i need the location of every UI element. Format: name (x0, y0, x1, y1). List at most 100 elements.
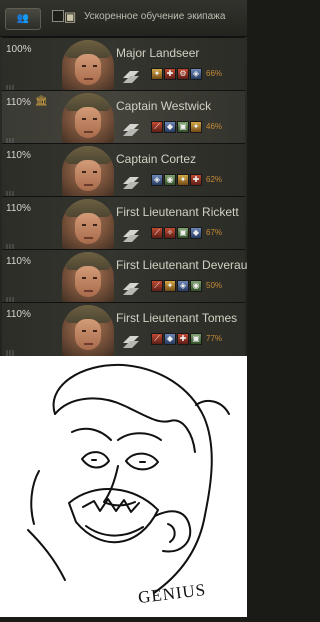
skill-icon[interactable]: ◉ (190, 280, 202, 292)
training-progress: 67% (206, 228, 223, 237)
face-icon (75, 266, 101, 297)
rank-insignia-icon (123, 71, 139, 83)
bank-icon: 🏛 (35, 96, 48, 107)
crew-portrait (62, 146, 114, 200)
skills-list: ⟋ ◆ ▣ ✦ (151, 121, 202, 133)
crew-name: Captain Cortez (116, 152, 197, 166)
crew-name: First Lieutenant Rickett (116, 205, 239, 219)
crew-level: 110% (6, 256, 31, 267)
eye-icon (82, 224, 86, 226)
crew-row[interactable]: 110% 🏛 Captain Westwick ⟋ ◆ ▣ ✦ 46% (2, 90, 245, 150)
skill-icon[interactable]: ▣ (177, 121, 189, 133)
crew-level: 110% (6, 97, 31, 108)
skill-icon[interactable]: ◉ (164, 174, 176, 186)
skill-icon[interactable]: ◆ (190, 227, 202, 239)
eye-icon (93, 224, 97, 226)
eye-icon (93, 277, 97, 279)
rank-insignia-icon (123, 336, 139, 348)
face-icon (75, 54, 101, 85)
crew-row[interactable]: 110% Captain Cortez ◈ ◉ ✦ ✚ 62% (2, 143, 245, 203)
crew-name: First Lieutenant Tomes (116, 311, 238, 325)
rank-insignia-icon (123, 283, 139, 295)
crew-portrait (62, 305, 114, 356)
crew-level: 110% (6, 150, 31, 161)
crew-level: 110% (6, 309, 31, 320)
crew-toolbar: 👥 ▣ Ускоренное обучение экипажа (0, 0, 247, 37)
face-icon (75, 213, 101, 244)
skill-icon[interactable]: ⟋ (151, 333, 163, 345)
eye-icon (82, 171, 86, 173)
skill-icon[interactable]: ◆ (164, 121, 176, 133)
eye-icon (82, 277, 86, 279)
eye-icon (82, 118, 86, 120)
crew-name: Major Landseer (116, 46, 200, 60)
eye-icon (93, 65, 97, 67)
training-progress: 62% (206, 175, 223, 184)
crew-portrait (62, 93, 114, 147)
skill-icon[interactable]: ▣ (177, 227, 189, 239)
training-progress: 50% (206, 281, 223, 290)
skill-icon[interactable]: ✦ (151, 68, 163, 80)
accelerated-training-label: Ускоренное обучение экипажа (84, 11, 226, 22)
skills-list: ◈ ◉ ✦ ✚ (151, 174, 202, 186)
skills-list: ⟋ ✧ ▣ ◆ (151, 227, 202, 239)
crew-view-button[interactable]: 👥 (5, 8, 41, 30)
skills-list: ✦ ✚ ⚙ ◈ (151, 68, 202, 80)
skill-icon[interactable]: ✧ (164, 227, 176, 239)
crew-name: Captain Westwick (116, 99, 212, 113)
skill-icon[interactable]: ✚ (177, 333, 189, 345)
genius-face-illustration (27, 363, 230, 594)
skill-icon[interactable]: ✦ (177, 174, 189, 186)
crew-row[interactable]: 100% Major Landseer ✦ ✚ ⚙ ◈ 66% (2, 37, 245, 97)
face-icon (75, 107, 101, 138)
skills-list: ⟋ ✦ ◈ ◉ (151, 280, 202, 292)
mouth-icon (84, 343, 93, 345)
skill-icon[interactable]: ✦ (164, 280, 176, 292)
genius-meme-panel: GENIUS (0, 356, 247, 617)
skill-icon[interactable]: ◈ (190, 68, 202, 80)
training-progress: 77% (206, 334, 223, 343)
skill-icon[interactable]: ◈ (151, 174, 163, 186)
crew-portrait (62, 252, 114, 306)
skill-icon[interactable]: ⟋ (151, 280, 163, 292)
skill-icon[interactable]: ◈ (177, 280, 189, 292)
skill-icon[interactable]: ◆ (164, 333, 176, 345)
eye-icon (82, 65, 86, 67)
skill-icon[interactable]: ▣ (190, 333, 202, 345)
rank-insignia-icon (123, 177, 139, 189)
crew-portrait (62, 40, 114, 94)
eye-icon (93, 330, 97, 332)
eye-icon (93, 171, 97, 173)
eye-icon (82, 330, 86, 332)
face-icon (75, 160, 101, 191)
crew-level: 110% (6, 203, 31, 214)
skill-icon[interactable]: ✦ (190, 121, 202, 133)
accelerated-training-checkbox[interactable] (52, 10, 64, 22)
skill-icon[interactable]: ⟋ (151, 227, 163, 239)
crew-row[interactable]: 110% First Lieutenant Rickett ⟋ ✧ ▣ ◆ 67% (2, 196, 245, 256)
crew-name: First Lieutenant Deveraux (116, 258, 247, 272)
skill-icon[interactable]: ✚ (190, 174, 202, 186)
rank-insignia-icon (123, 124, 139, 136)
skills-list: ⟋ ◆ ✚ ▣ (151, 333, 202, 345)
training-progress: 46% (206, 122, 223, 131)
skill-icon[interactable]: ✚ (164, 68, 176, 80)
crew-icon: 👥 (16, 13, 30, 24)
rank-insignia-icon (123, 230, 139, 242)
book-icon: ▣ (64, 9, 77, 24)
crew-row[interactable]: 110% First Lieutenant Deveraux ⟋ ✦ ◈ ◉ 50% (2, 249, 247, 309)
crew-portrait (62, 199, 114, 253)
skill-icon[interactable]: ⟋ (151, 121, 163, 133)
mouth-icon (84, 131, 93, 133)
crew-panel: 👥 ▣ Ускоренное обучение экипажа 100% Maj… (0, 0, 247, 356)
skill-icon[interactable]: ⚙ (177, 68, 189, 80)
eye-icon (93, 118, 97, 120)
mouth-icon (84, 237, 93, 239)
mouth-icon (84, 290, 93, 292)
crew-row[interactable]: 110% First Lieutenant Tomes ⟋ ◆ ✚ ▣ 77% (2, 302, 245, 356)
mouth-icon (84, 184, 93, 186)
face-icon (75, 319, 101, 350)
mouth-icon (84, 78, 93, 80)
training-progress: 66% (206, 69, 223, 78)
crew-level: 100% (6, 44, 32, 55)
